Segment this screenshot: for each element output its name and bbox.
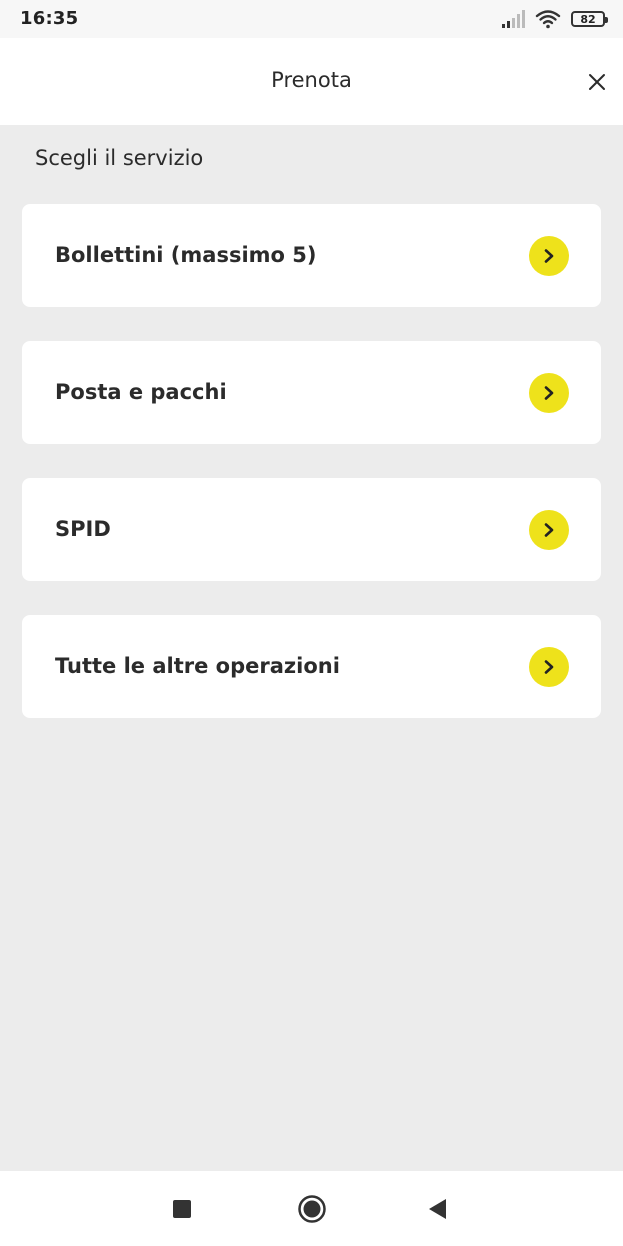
service-item-bollettini[interactable]: Bollettini (massimo 5) — [22, 204, 601, 307]
back-icon — [429, 1199, 446, 1219]
service-item-spid[interactable]: SPID — [22, 478, 601, 581]
close-button[interactable] — [583, 68, 611, 96]
status-icons: 82 — [501, 8, 608, 30]
recents-button[interactable] — [162, 1191, 202, 1227]
chevron-right-icon — [529, 647, 569, 687]
back-button[interactable] — [418, 1191, 458, 1227]
close-icon — [589, 74, 605, 90]
battery-icon: 82 — [571, 11, 608, 27]
home-button[interactable] — [292, 1191, 332, 1227]
home-icon — [298, 1195, 326, 1223]
chevron-right-icon — [529, 236, 569, 276]
battery-level: 82 — [580, 12, 596, 26]
system-nav-bar — [0, 1171, 623, 1246]
chevron-right-icon — [529, 510, 569, 550]
service-item-altre-operazioni[interactable]: Tutte le altre operazioni — [22, 615, 601, 718]
service-label: Posta e pacchi — [55, 380, 227, 404]
status-bar: 16:35 82 — [0, 0, 623, 38]
wifi-icon — [535, 10, 561, 29]
chevron-right-icon — [529, 373, 569, 413]
service-item-posta-pacchi[interactable]: Posta e pacchi — [22, 341, 601, 444]
service-list: Bollettini (massimo 5) Posta e pacchi SP… — [22, 204, 601, 752]
signal-icon — [502, 10, 525, 28]
page-title: Prenota — [271, 68, 352, 92]
recents-icon — [173, 1200, 191, 1218]
status-time: 16:35 — [20, 8, 79, 29]
service-label: SPID — [55, 517, 111, 541]
service-label: Bollettini (massimo 5) — [55, 243, 317, 267]
section-title: Scegli il servizio — [35, 146, 204, 170]
service-label: Tutte le altre operazioni — [55, 654, 340, 678]
header: Prenota — [0, 38, 623, 125]
